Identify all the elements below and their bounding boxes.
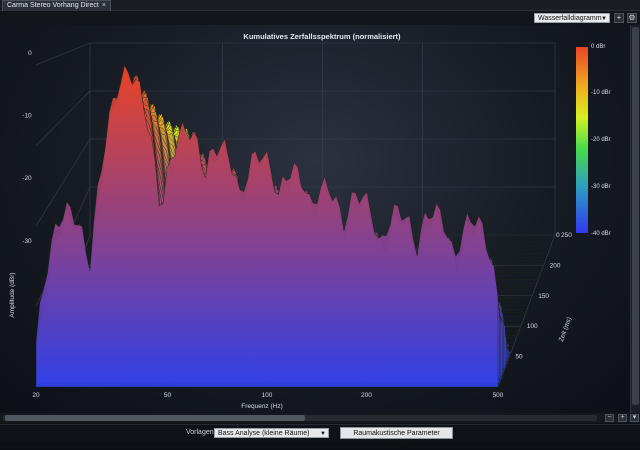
horizontal-scrollbar-row: − + ▾ xyxy=(0,413,640,423)
zoom-out-icon[interactable]: − xyxy=(605,414,614,422)
x-tick-label: 100 xyxy=(262,392,273,399)
z-tick-label: 200 xyxy=(550,262,561,269)
plus-square-icon[interactable]: + xyxy=(614,13,624,23)
y-tick-label: -10 xyxy=(22,113,32,120)
x-tick-label: 200 xyxy=(361,392,372,399)
colorbar-label: -30 dBr xyxy=(591,184,611,190)
scroll-down-icon[interactable]: ▾ xyxy=(630,414,639,422)
bottom-bar: Vorlagen Bass Analyse (kleine Räume) ▼ R… xyxy=(0,424,640,448)
gear-icon[interactable]: ⚙ xyxy=(627,13,637,23)
colorbar-label: -10 dBr xyxy=(591,90,611,96)
tab-bar: Carma Stereo Vorhang Direct × xyxy=(0,0,640,11)
presets-label: Vorlagen xyxy=(186,429,214,436)
x-tick-label: 20 xyxy=(32,392,40,399)
chevron-down-icon: ▼ xyxy=(601,16,607,22)
waterfall-chart: 20 50 100 200 5000-10-20-30501001502002500 K… xyxy=(9,32,611,410)
grid-line xyxy=(497,234,556,388)
y-axis-label: Amplitude (dBr) xyxy=(9,272,16,317)
colorbar xyxy=(576,47,588,233)
tab-title: Carma Stereo Vorhang Direct xyxy=(7,2,99,9)
toolbar: Wasserfalldiagramm ▼ + ⚙ xyxy=(0,11,640,25)
grid-line xyxy=(35,138,91,227)
x-tick-label: 500 xyxy=(493,392,504,399)
presets-value: Bass Analyse (kleine Räume) xyxy=(218,430,310,437)
presets-select[interactable]: Bass Analyse (kleine Räume) ▼ xyxy=(214,428,329,438)
scrollbar-thumb[interactable] xyxy=(632,27,639,405)
z-axis-label: Zeit (ms) xyxy=(558,316,573,342)
decay-slice xyxy=(35,64,499,388)
vertical-scrollbar[interactable] xyxy=(630,25,640,413)
x-tick-label: 50 xyxy=(164,392,172,399)
colorbar-label: -40 dBr xyxy=(591,231,611,237)
y-tick-label: 0 xyxy=(28,50,32,57)
scrollbar-thumb[interactable] xyxy=(5,415,305,421)
decay-slices xyxy=(35,64,555,388)
zoom-in-icon[interactable]: + xyxy=(618,414,627,422)
z-tick-label: 250 xyxy=(561,232,572,239)
view-type-value: Wasserfalldiagramm xyxy=(538,15,602,22)
chevron-down-icon: ▼ xyxy=(320,431,326,437)
colorbar-label: 0 dBr xyxy=(591,44,605,50)
y-tick-label: -30 xyxy=(22,238,32,245)
view-type-select[interactable]: Wasserfalldiagramm ▼ xyxy=(534,13,610,23)
waterfall-plot: 20 50 100 200 500 0 -10 -20 -30 50 100 150 200 250 0 K… xyxy=(0,25,630,413)
z-tick-label: 150 xyxy=(538,293,549,300)
z-tick-label: 50 xyxy=(515,354,523,361)
grid-line xyxy=(35,90,91,146)
z-tick-label: 0 xyxy=(556,232,560,239)
close-icon[interactable]: × xyxy=(102,2,106,9)
chart-title: Kumulatives Zerfallsspektrum (normalisie… xyxy=(243,32,401,41)
grid-line xyxy=(35,42,91,66)
y-tick-label: -20 xyxy=(22,175,32,182)
x-axis-label: Frequenz (Hz) xyxy=(241,403,283,410)
document-tab[interactable]: Carma Stereo Vorhang Direct × xyxy=(2,0,111,11)
room-acoustics-parameters-button[interactable]: Raumakustische Parameter (Tabelle) xyxy=(340,427,453,448)
colorbar-label: -20 dBr xyxy=(591,137,611,143)
z-tick-label: 100 xyxy=(527,323,538,330)
